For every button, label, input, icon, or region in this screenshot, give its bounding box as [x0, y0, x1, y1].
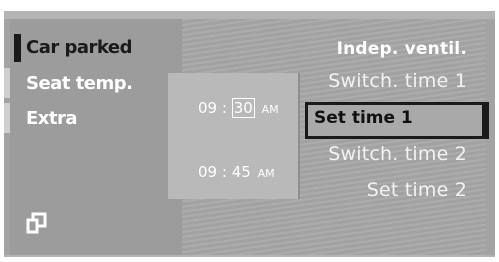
menu-item-set-time-1-label: Set time 1 — [314, 108, 413, 128]
selection-marker — [482, 102, 489, 139]
time-1-hour: 09 — [198, 99, 218, 117]
menu-item-set-time-2[interactable]: Set time 2 — [367, 179, 467, 201]
left-edge-highlight — [4, 68, 10, 98]
right-menu-title: Indep. ventil. — [336, 39, 467, 59]
time-2-display[interactable]: 09 : 45 AM — [198, 163, 275, 181]
time-1-ampm: AM — [261, 103, 279, 116]
selection-marker — [14, 34, 21, 62]
top-border — [4, 11, 495, 19]
left-edge-highlight — [4, 103, 10, 133]
menu-item-car-parked[interactable]: Car parked — [26, 37, 133, 58]
time-display-panel: 09 : 30 AM 09 : 45 AM — [168, 73, 300, 199]
menu-item-extra[interactable]: Extra — [26, 108, 78, 129]
time-2-minute: 45 — [231, 163, 251, 181]
time-2-hour: 09 — [198, 163, 218, 181]
time-separator: : — [221, 163, 227, 181]
bottom-border — [4, 255, 495, 257]
menu-item-switch-time-2[interactable]: Switch. time 2 — [328, 143, 467, 165]
time-separator: : — [221, 99, 227, 117]
menu-item-seat-temp[interactable]: Seat temp. — [26, 73, 133, 94]
time-2-ampm: AM — [257, 167, 275, 180]
time-1-minute[interactable]: 30 — [231, 98, 255, 118]
menu-item-switch-time-1[interactable]: Switch. time 1 — [328, 70, 467, 92]
back-arrow-icon[interactable] — [26, 212, 48, 234]
display-screen: Car parked Seat temp. Extra 09 : 30 AM 0… — [4, 11, 495, 257]
time-1-display[interactable]: 09 : 30 AM — [198, 98, 279, 118]
